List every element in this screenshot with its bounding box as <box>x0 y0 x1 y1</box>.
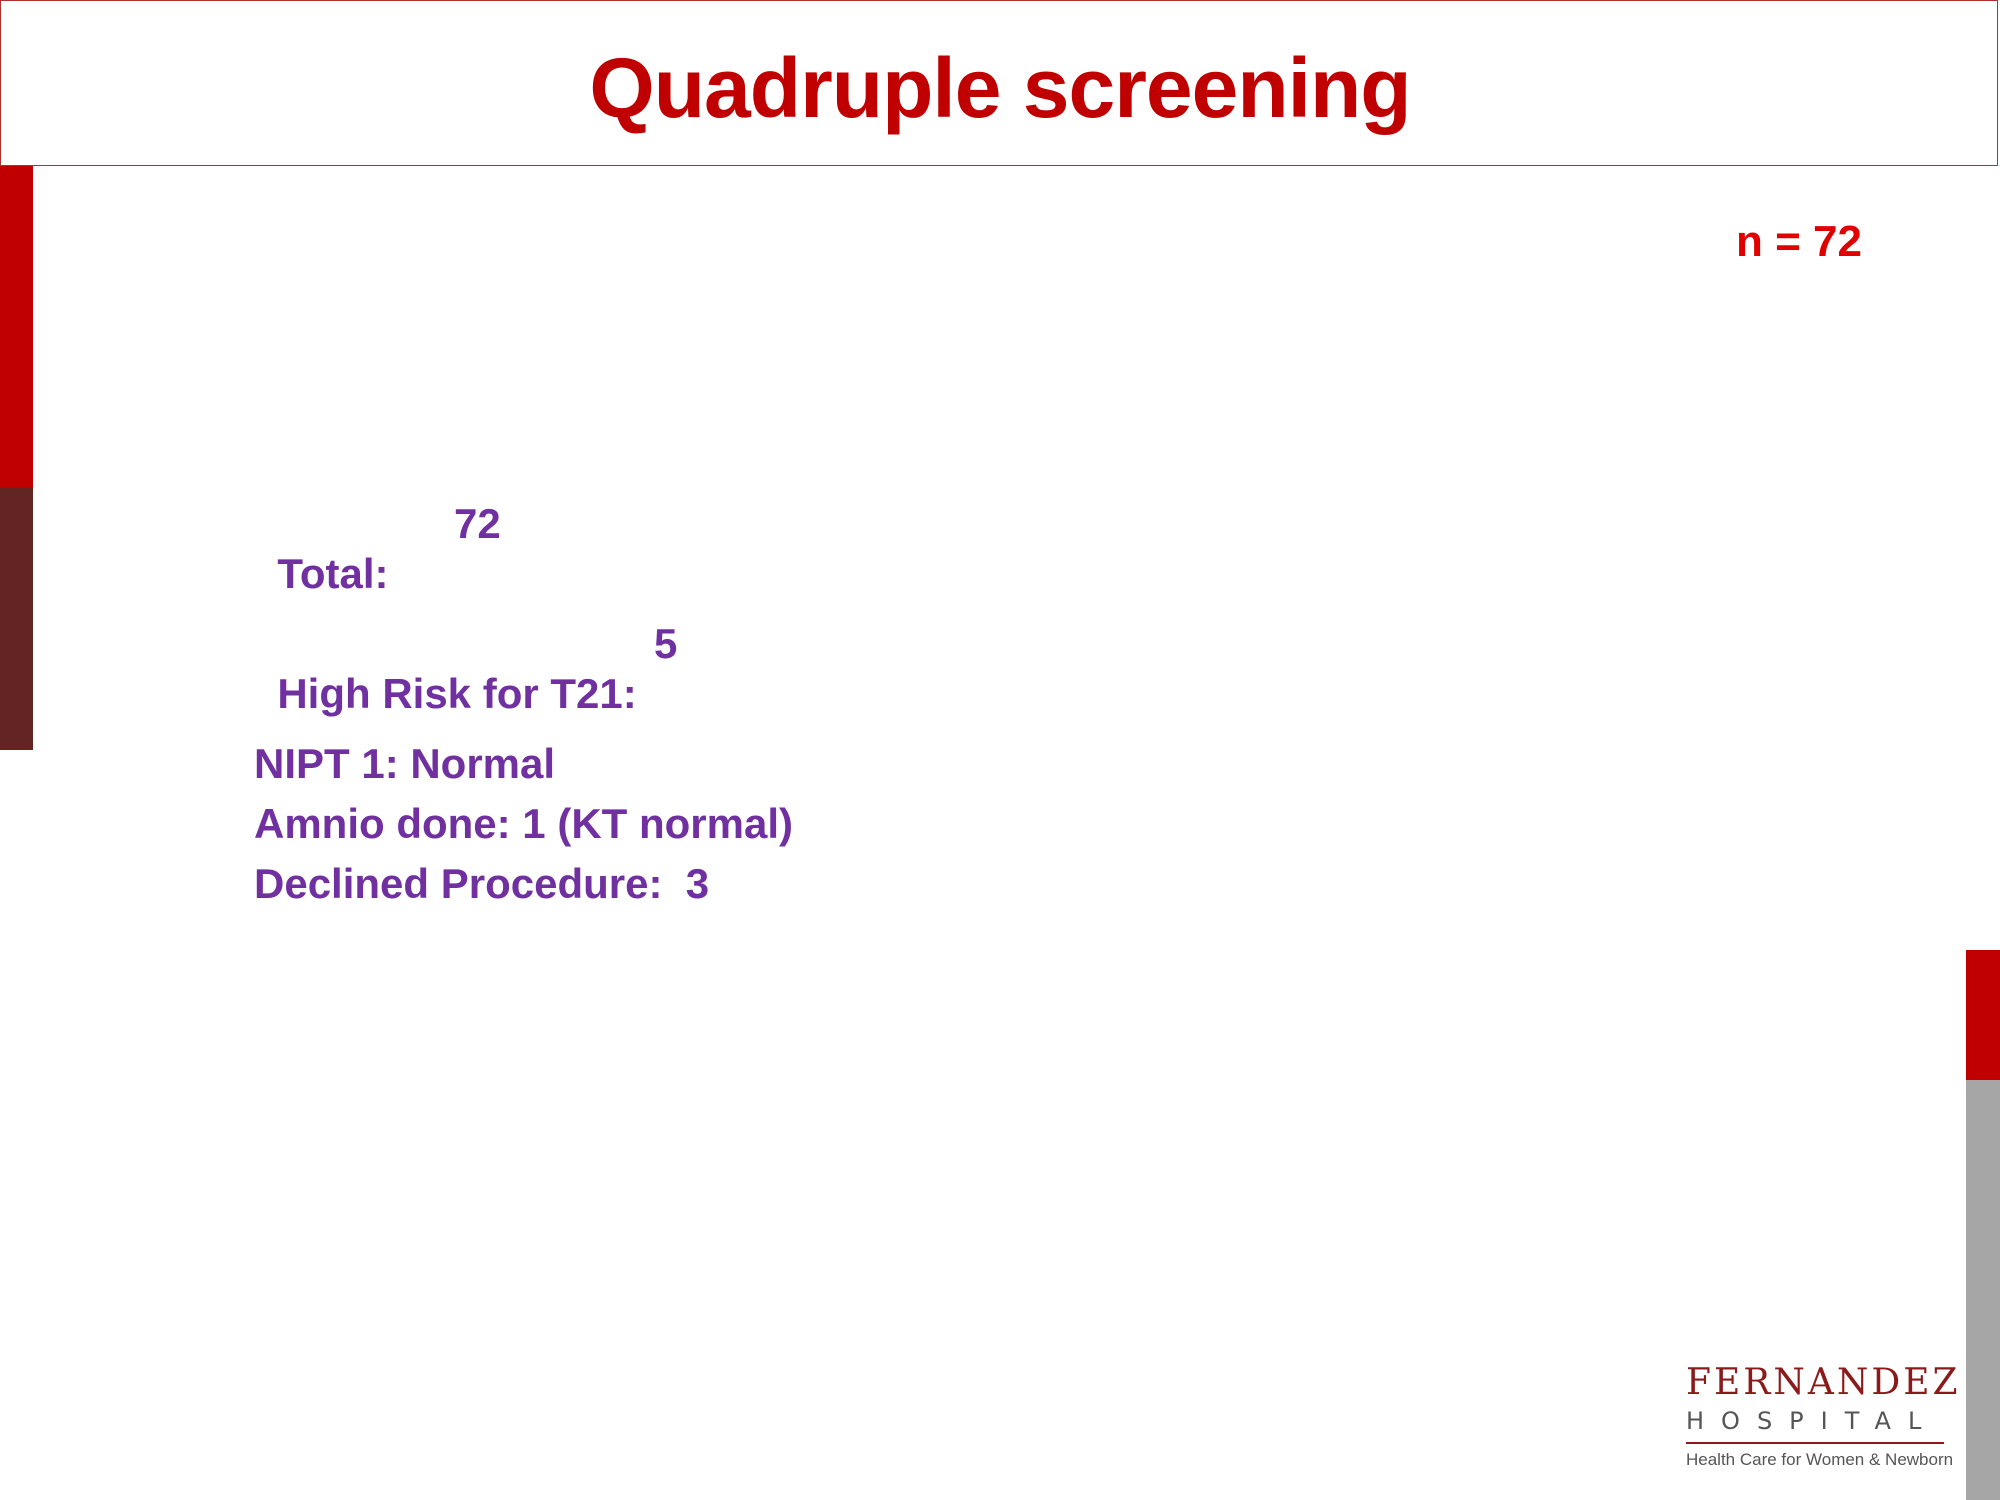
logo-name: FERNANDEZ <box>1686 1362 1961 1403</box>
total-label: Total: <box>277 550 389 597</box>
amnio-line: Amnio done: 1 (KT normal) <box>254 800 793 847</box>
nipt-line: NIPT 1: Normal <box>254 740 556 787</box>
right-accent-bar-gray <box>1966 1080 2000 1500</box>
total-value: 72 <box>454 500 501 547</box>
logo-tagline: Health Care for Women & Newborn <box>1686 1450 1954 1469</box>
high-risk-value: 5 <box>654 620 678 667</box>
slide-title: Quadruple screening <box>589 41 1411 135</box>
logo-divider <box>1686 1442 1944 1444</box>
logo-hospital-word: HOSPITAL <box>1686 1407 1939 1435</box>
left-accent-bar-dark <box>0 488 33 750</box>
hospital-logo: FERNANDEZ HOSPITAL Health Care for Women… <box>1680 1362 1961 1477</box>
right-accent-bar-red <box>1966 950 2000 1080</box>
sample-size-label: n = 72 <box>1736 217 1862 266</box>
high-risk-label: High Risk for T21: <box>277 670 637 717</box>
declined-line: Declined Procedure: 3 <box>254 860 710 907</box>
